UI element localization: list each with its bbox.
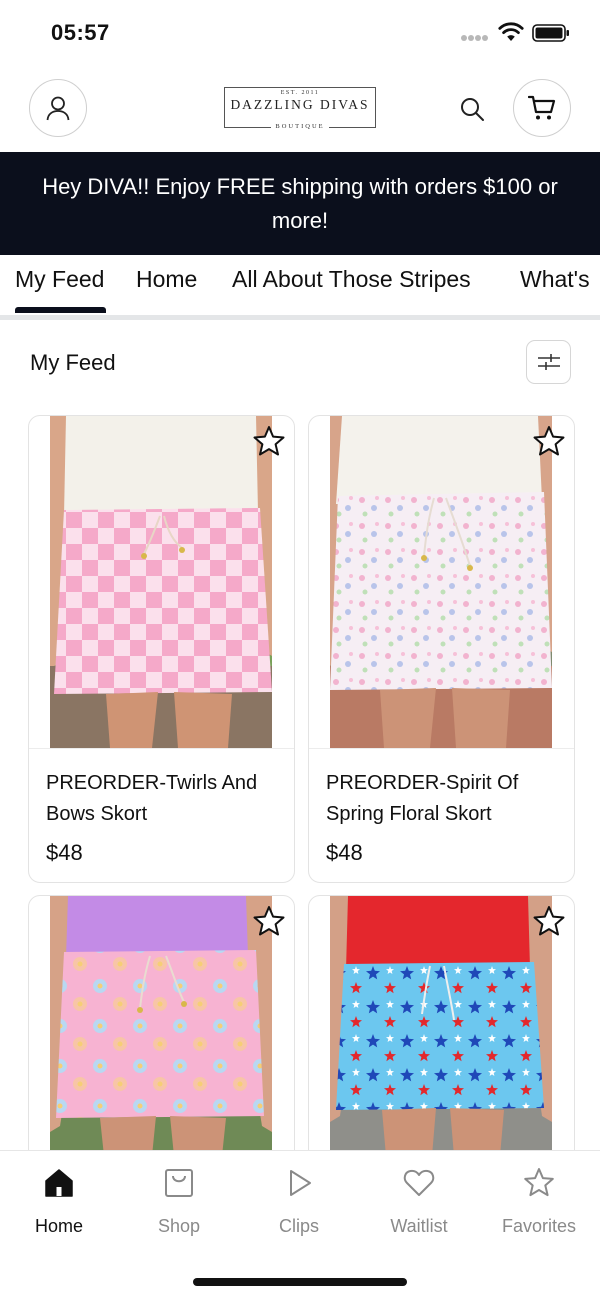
active-tab-indicator bbox=[15, 307, 106, 313]
favorite-star-icon[interactable] bbox=[251, 904, 287, 940]
logo-name: DAZZLING DIVAS bbox=[230, 97, 370, 112]
bottom-nav-clips[interactable]: Clips bbox=[244, 1166, 354, 1237]
sliders-icon bbox=[537, 354, 560, 370]
bottom-nav-label: Home bbox=[34, 1216, 83, 1236]
bottom-nav-label: Waitlist bbox=[390, 1216, 448, 1236]
brand-logo[interactable]: EST. 2011 DAZZLING DIVAS BOUTIQUE bbox=[224, 87, 376, 130]
logo-sub-text: BOUTIQUE bbox=[271, 123, 329, 130]
signal-icon bbox=[461, 35, 489, 41]
product-image[interactable] bbox=[330, 416, 552, 748]
heart-icon bbox=[403, 1169, 435, 1196]
product-price: $48 bbox=[326, 840, 363, 865]
bottom-nav-shop[interactable]: Shop bbox=[124, 1166, 234, 1237]
favorite-star-icon[interactable] bbox=[251, 424, 287, 460]
bottom-nav-label: Shop bbox=[157, 1216, 201, 1236]
tab-all-about-those-stripes[interactable]: All About Those Stripes bbox=[232, 266, 471, 293]
bottom-nav-label: Favorites bbox=[501, 1216, 577, 1236]
product-name[interactable]: PREORDER-Twirls And Bows Skort bbox=[46, 768, 286, 830]
card-divider bbox=[309, 748, 574, 749]
status-bar: 05:57 bbox=[0, 0, 600, 66]
bottom-nav-waitlist[interactable]: Waitlist bbox=[364, 1166, 474, 1237]
product-price: $48 bbox=[46, 840, 83, 865]
product-image[interactable] bbox=[50, 416, 272, 748]
card-divider bbox=[29, 748, 294, 749]
account-icon bbox=[46, 96, 70, 121]
tab-my-feed[interactable]: My Feed bbox=[15, 266, 104, 293]
filter-button[interactable] bbox=[526, 340, 571, 384]
promo-banner[interactable]: Hey DIVA!! Enjoy FREE shipping with orde… bbox=[0, 152, 600, 255]
cart-button[interactable] bbox=[513, 79, 571, 137]
favorite-star-icon[interactable] bbox=[531, 424, 567, 460]
search-button[interactable] bbox=[456, 93, 488, 125]
account-button[interactable] bbox=[29, 79, 87, 137]
bottom-nav-home[interactable]: Home bbox=[4, 1166, 114, 1237]
product-card[interactable]: PREORDER-Spirit Of Spring Floral Skort $… bbox=[308, 415, 575, 883]
product-name[interactable]: PREORDER-Spirit Of Spring Floral Skort bbox=[326, 768, 566, 830]
tab-home[interactable]: Home bbox=[136, 266, 197, 293]
battery-icon bbox=[532, 24, 569, 42]
bottom-nav-favorites[interactable]: Favorites bbox=[484, 1166, 594, 1237]
favorite-star-icon[interactable] bbox=[531, 904, 567, 940]
home-indicator[interactable] bbox=[193, 1278, 407, 1286]
promo-text: Hey DIVA!! Enjoy FREE shipping with orde… bbox=[42, 173, 558, 233]
bottom-nav-label: Clips bbox=[278, 1216, 319, 1236]
home-icon bbox=[45, 1169, 73, 1197]
star-icon bbox=[524, 1168, 554, 1197]
cart-icon bbox=[528, 95, 556, 120]
shopping-bag-icon bbox=[165, 1169, 193, 1197]
bottom-navigation: Home Shop Clips Waitlist Favorites bbox=[0, 1150, 600, 1299]
feed-title: My Feed bbox=[30, 350, 116, 375]
product-card[interactable]: PREORDER-Twirls And Bows Skort $48 bbox=[28, 415, 295, 883]
wifi-icon bbox=[498, 22, 524, 41]
app-header: EST. 2011 DAZZLING DIVAS BOUTIQUE bbox=[0, 66, 600, 152]
play-icon bbox=[290, 1170, 311, 1196]
status-time: 05:57 bbox=[51, 20, 110, 45]
tab-whats[interactable]: What's bbox=[520, 266, 590, 293]
category-tabs: My Feed Home All About Those Stripes Wha… bbox=[0, 255, 600, 319]
search-icon bbox=[461, 98, 484, 121]
tabs-divider bbox=[0, 315, 600, 320]
logo-est-text: EST. 2011 bbox=[276, 90, 324, 96]
